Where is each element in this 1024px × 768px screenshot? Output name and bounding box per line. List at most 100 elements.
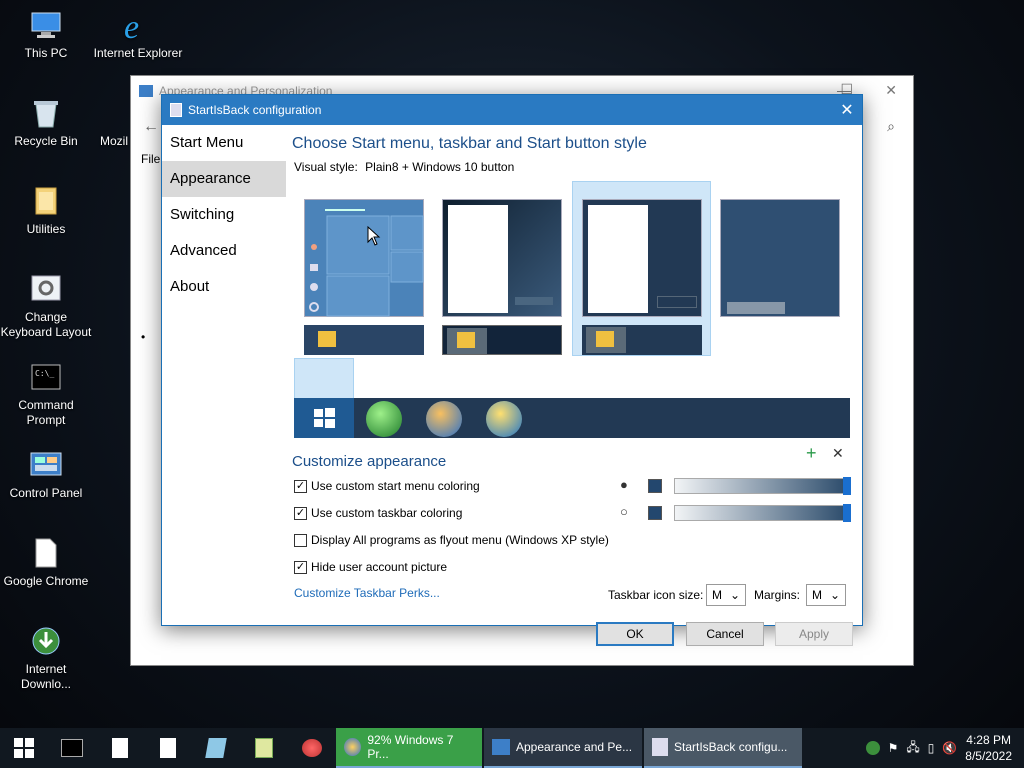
start-button[interactable] bbox=[0, 728, 48, 768]
start-orb-clover[interactable] bbox=[366, 401, 402, 437]
desktop-icon-utilities[interactable]: Utilities bbox=[0, 184, 92, 237]
control-panel-icon bbox=[492, 739, 510, 755]
start-button-windows10[interactable] bbox=[294, 398, 354, 438]
startisback-dialog[interactable]: StartIsBack configuration ✕ Start Menu A… bbox=[161, 94, 863, 646]
desktop-icon-command-prompt[interactable]: C:\_ Command Prompt bbox=[0, 360, 92, 428]
cmd-icon: C:\_ bbox=[29, 360, 63, 394]
close-icon[interactable]: ✕ bbox=[832, 445, 844, 462]
search-icon[interactable]: ⌕ bbox=[887, 118, 895, 135]
taskbar-pin-file-2[interactable] bbox=[144, 728, 192, 768]
ie-icon: e bbox=[121, 8, 155, 42]
close-icon[interactable]: ✕ bbox=[885, 82, 897, 99]
sidebar-item-switching[interactable]: Switching bbox=[162, 197, 286, 233]
window-icon bbox=[652, 738, 668, 756]
download-manager-icon[interactable] bbox=[865, 741, 880, 755]
usb-icon[interactable]: ▯ bbox=[928, 741, 935, 755]
close-icon[interactable]: ✕ bbox=[832, 95, 862, 125]
task-label: 92% Windows 7 Pr... bbox=[367, 733, 454, 761]
desktop-icon-internet-download-manager[interactable]: Internet Downlo... bbox=[0, 624, 92, 692]
sidebar-item-advanced[interactable]: Advanced bbox=[162, 233, 286, 269]
volume-muted-icon[interactable]: 🔇 bbox=[942, 741, 957, 755]
file-icon bbox=[29, 536, 63, 570]
menu-file[interactable]: File bbox=[141, 152, 160, 166]
checkbox[interactable]: ✓ bbox=[294, 560, 307, 574]
ok-button[interactable]: OK bbox=[596, 622, 674, 646]
taskbar-pin-app-3[interactable] bbox=[288, 728, 336, 768]
icon-size-label: Taskbar icon size: bbox=[608, 588, 704, 602]
slider-thumb[interactable] bbox=[843, 477, 851, 495]
desktop-icon-change-keyboard-layout[interactable]: Change Keyboard Layout bbox=[0, 272, 92, 340]
checkbox[interactable]: ✓ bbox=[294, 479, 307, 493]
taskbar-pin-file-1[interactable] bbox=[96, 728, 144, 768]
appearance-panel: Choose Start menu, taskbar and Start but… bbox=[286, 125, 862, 646]
mouse-cursor-icon bbox=[367, 226, 381, 246]
sidebar-item-start-menu[interactable]: Start Menu bbox=[162, 125, 286, 161]
option-custom-taskbar-coloring[interactable]: ✓ Use custom taskbar coloring bbox=[294, 506, 462, 520]
desktop-icon-label: Internet Explorer bbox=[93, 46, 183, 60]
start-orb-windows7[interactable] bbox=[426, 401, 462, 437]
customize-taskbar-perks-link[interactable]: Customize Taskbar Perks... bbox=[294, 586, 440, 600]
desktop-icon-this-pc[interactable]: This PC bbox=[0, 8, 92, 61]
drop-outline-icon: ○ bbox=[620, 504, 628, 519]
cancel-button[interactable]: Cancel bbox=[686, 622, 764, 646]
margins-value: M bbox=[812, 588, 822, 602]
desktop-icon-internet-explorer[interactable]: e Internet Explorer bbox=[92, 8, 184, 61]
chart-icon bbox=[255, 738, 273, 758]
apply-button[interactable]: Apply bbox=[775, 622, 853, 646]
margins-select[interactable]: M ⌄ bbox=[806, 584, 846, 606]
style-thumbnail-2[interactable] bbox=[442, 199, 562, 317]
visual-style-label: Visual style: bbox=[294, 160, 358, 174]
style-heading: Choose Start menu, taskbar and Start but… bbox=[292, 135, 647, 152]
sidebar-item-about[interactable]: About bbox=[162, 269, 286, 305]
windows-logo-icon bbox=[14, 738, 34, 758]
taskbar-pin-cmd[interactable] bbox=[48, 728, 96, 768]
start-orb-windows7-alt[interactable] bbox=[486, 401, 522, 437]
folder-icon bbox=[29, 184, 63, 218]
taskbar-color-slider[interactable] bbox=[674, 504, 851, 522]
option-custom-start-menu-coloring[interactable]: ✓ Use custom start menu coloring bbox=[294, 479, 480, 493]
start-menu-color-slider[interactable] bbox=[674, 477, 851, 495]
desktop-icon-label: Internet Downlo... bbox=[20, 662, 72, 691]
slider-thumb[interactable] bbox=[843, 504, 851, 522]
taskbar-color-swatch[interactable] bbox=[648, 506, 662, 520]
taskbar-preview-3[interactable] bbox=[582, 325, 702, 355]
taskbar-pin-app-2[interactable] bbox=[240, 728, 288, 768]
icon-size-value: M bbox=[712, 588, 722, 602]
customize-heading: Customize appearance bbox=[292, 453, 447, 470]
taskbar-preview-2[interactable] bbox=[442, 325, 562, 355]
flag-icon[interactable]: ⚑ bbox=[888, 741, 899, 755]
desktop-icon-recycle-bin[interactable]: Recycle Bin bbox=[0, 96, 92, 149]
taskbar-pin-app-1[interactable] bbox=[192, 728, 240, 768]
add-icon[interactable]: + bbox=[806, 443, 817, 464]
network-icon[interactable]: 🖧 bbox=[906, 738, 919, 759]
svg-text:C:\_: C:\_ bbox=[35, 369, 54, 378]
dialog-title: StartIsBack configuration bbox=[188, 103, 322, 117]
dialog-titlebar[interactable]: StartIsBack configuration bbox=[162, 95, 862, 125]
option-flyout-menu[interactable]: Display All programs as flyout menu (Win… bbox=[294, 533, 609, 547]
desktop-icon-label: This PC bbox=[24, 46, 68, 60]
style-thumbnail-3[interactable] bbox=[582, 199, 702, 317]
clock[interactable]: 4:28 PM 8/5/2022 bbox=[965, 732, 1012, 764]
icon-size-select[interactable]: M ⌄ bbox=[706, 584, 746, 606]
sidebar-item-appearance[interactable]: Appearance bbox=[162, 161, 286, 197]
task-appearance[interactable]: Appearance and Pe... bbox=[484, 728, 642, 768]
start-menu-color-swatch[interactable] bbox=[648, 479, 662, 493]
task-startisback[interactable]: StartIsBack configu... bbox=[644, 728, 802, 768]
svg-text:e: e bbox=[124, 9, 139, 42]
desktop-icon-label: Change Keyboard Layout bbox=[0, 310, 92, 339]
desktop-icon-control-panel[interactable]: Control Panel bbox=[0, 448, 92, 501]
style-thumbnail-1[interactable] bbox=[304, 199, 424, 317]
back-arrow-icon[interactable]: ← bbox=[143, 118, 159, 136]
clock-time: 4:28 PM bbox=[966, 733, 1011, 747]
checkbox[interactable] bbox=[294, 533, 307, 547]
taskbar-preview-1[interactable] bbox=[304, 325, 424, 355]
desktop-icon-label: Command Prompt bbox=[18, 398, 74, 427]
style-thumbnail-4[interactable] bbox=[720, 199, 840, 317]
task-windows7-progress[interactable]: 92% Windows 7 Pr... bbox=[336, 728, 482, 768]
desktop-icon-google-chrome[interactable]: Google Chrome bbox=[0, 536, 92, 589]
clock-date: 8/5/2022 bbox=[965, 749, 1012, 763]
checkbox[interactable]: ✓ bbox=[294, 506, 307, 520]
option-hide-user-picture[interactable]: ✓ Hide user account picture bbox=[294, 560, 447, 574]
desktop-icon-label: Control Panel bbox=[9, 486, 83, 500]
bullet-icon: • bbox=[141, 330, 146, 344]
